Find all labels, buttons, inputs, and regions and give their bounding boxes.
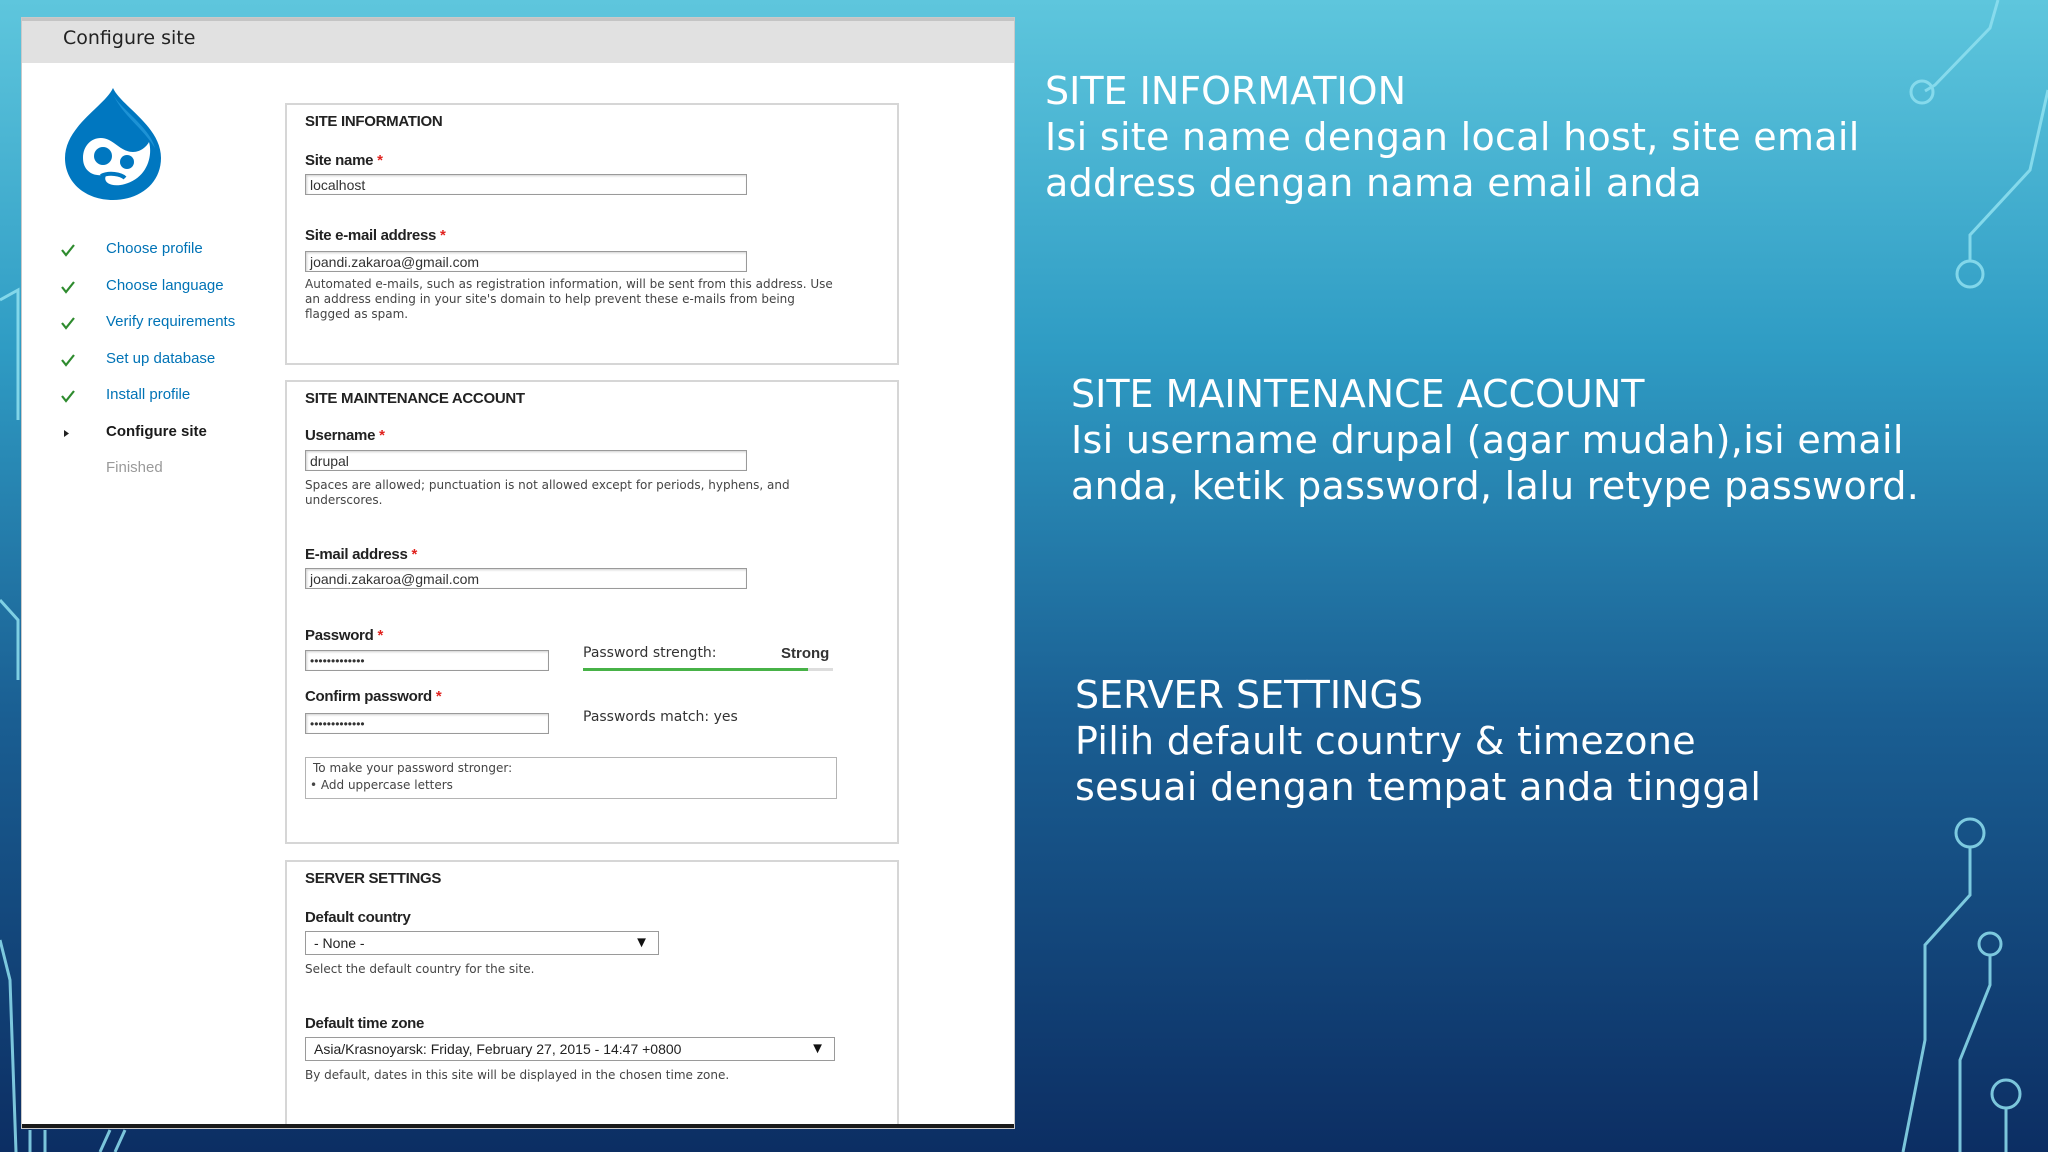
default-timezone-label: Default time zone xyxy=(305,1015,425,1032)
triangle-right-icon xyxy=(64,429,69,437)
drupal-logo-icon xyxy=(65,88,161,200)
note-site-information: SITE INFORMATION Isi site name dengan lo… xyxy=(1045,68,1860,206)
dropdown-arrow-icon: ▼ xyxy=(634,934,649,951)
strength-bar xyxy=(583,668,833,671)
window-title: Configure site xyxy=(63,27,196,49)
step-verify-requirements[interactable]: Verify requirements xyxy=(60,313,260,350)
note-title: SITE MAINTENANCE ACCOUNT xyxy=(1071,372,1645,416)
step-label: Choose language xyxy=(106,276,224,294)
step-label: Choose profile xyxy=(106,240,203,257)
tips-title: To make your password stronger: xyxy=(313,761,513,775)
step-label: Set up database xyxy=(106,349,216,367)
note-line: address dengan nama email anda xyxy=(1045,161,1702,205)
default-country-description: Select the default country for the site. xyxy=(305,962,535,976)
site-name-label: Site name * xyxy=(305,152,383,169)
maintenance-account-fieldset: SITE MAINTENANCE ACCOUNT Username * drupa… xyxy=(285,380,899,844)
password-input[interactable]: ••••••••••••• xyxy=(305,650,549,671)
note-title: SITE INFORMATION xyxy=(1045,69,1407,113)
step-label: Configure site xyxy=(106,422,207,440)
window-header: Configure site xyxy=(22,18,1014,63)
strength-value: Strong xyxy=(781,645,830,662)
note-maintenance-account: SITE MAINTENANCE ACCOUNT Isi username dr… xyxy=(1071,371,1919,509)
step-configure-site: Configure site xyxy=(60,423,260,460)
fieldset-legend: SITE INFORMATION xyxy=(305,113,443,130)
site-name-input[interactable]: localhost xyxy=(305,174,747,195)
step-choose-language[interactable]: Choose language xyxy=(60,277,260,314)
required-mark: * xyxy=(435,688,442,705)
default-country-select[interactable]: - None - ▼ xyxy=(305,931,659,955)
strength-bar-fill xyxy=(583,668,808,671)
check-icon xyxy=(61,390,75,403)
note-title: SERVER SETTINGS xyxy=(1075,673,1424,717)
step-choose-profile[interactable]: Choose profile xyxy=(60,240,260,277)
note-line: anda, ketik password, lalu retype passwo… xyxy=(1071,464,1920,508)
check-icon xyxy=(61,317,75,330)
step-label: Verify requirements xyxy=(106,313,236,330)
passwords-match: Passwords match: yes xyxy=(583,709,738,725)
step-label: Finished xyxy=(106,459,163,476)
strength-label: Password strength: xyxy=(583,645,717,661)
required-mark: * xyxy=(377,627,384,644)
note-server-settings: SERVER SETTINGS Pilih default country & … xyxy=(1075,672,1761,810)
required-mark: * xyxy=(440,227,446,244)
default-country-label: Default country xyxy=(305,909,411,926)
username-label: Username * xyxy=(305,427,385,444)
required-mark: * xyxy=(377,152,383,169)
site-email-label: Site e-mail address * xyxy=(305,227,446,244)
confirm-password-input[interactable]: ••••••••••••• xyxy=(305,713,549,734)
check-icon xyxy=(61,244,75,257)
step-label: Install profile xyxy=(106,386,191,403)
note-line: Isi username drupal (agar mudah),isi ema… xyxy=(1071,418,1904,462)
email-input[interactable]: joandi.zakaroa@gmail.com xyxy=(305,568,747,589)
server-settings-fieldset: SERVER SETTINGS Default country - None -… xyxy=(285,860,899,1124)
email-label: E-mail address * xyxy=(305,546,418,563)
fieldset-legend: SITE MAINTENANCE ACCOUNT xyxy=(305,390,525,407)
step-finished: Finished xyxy=(60,459,260,496)
check-icon xyxy=(61,353,75,367)
note-line: Isi site name dengan local host, site em… xyxy=(1045,115,1860,159)
site-information-fieldset: SITE INFORMATION Site name * localhost Si… xyxy=(285,103,899,365)
password-label: Password * xyxy=(305,627,384,644)
password-strength: Password strength: Strong xyxy=(583,645,833,662)
installer-window: Configure site Choose profile Choose lan… xyxy=(22,18,1014,1128)
username-description: Spaces are allowed; punctuation is not a… xyxy=(305,478,790,507)
note-line: sesuai dengan tempat anda tinggal xyxy=(1075,765,1762,809)
check-icon xyxy=(61,280,75,294)
site-email-input[interactable]: joandi.zakaroa@gmail.com xyxy=(305,251,747,272)
tips-item: • Add uppercase letters xyxy=(310,778,453,792)
required-mark: * xyxy=(379,427,385,444)
step-install-profile[interactable]: Install profile xyxy=(60,386,260,423)
default-timezone-select[interactable]: Asia/Krasnoyarsk: Friday, February 27, 2… xyxy=(305,1037,835,1061)
dropdown-arrow-icon: ▼ xyxy=(810,1040,825,1057)
password-tips: To make your password stronger: • Add up… xyxy=(305,757,837,799)
note-line: Pilih default country & timezone xyxy=(1075,719,1696,763)
default-timezone-description: By default, dates in this site will be d… xyxy=(305,1068,730,1082)
required-mark: * xyxy=(411,546,418,563)
fieldset-legend: SERVER SETTINGS xyxy=(305,870,442,887)
username-input[interactable]: drupal xyxy=(305,450,747,471)
confirm-password-label: Confirm password * xyxy=(305,688,442,705)
install-steps: Choose profile Choose language Verify re… xyxy=(60,240,260,496)
step-set-up-database[interactable]: Set up database xyxy=(60,350,260,387)
site-email-description: Automated e-mails, such as registration … xyxy=(305,277,833,321)
